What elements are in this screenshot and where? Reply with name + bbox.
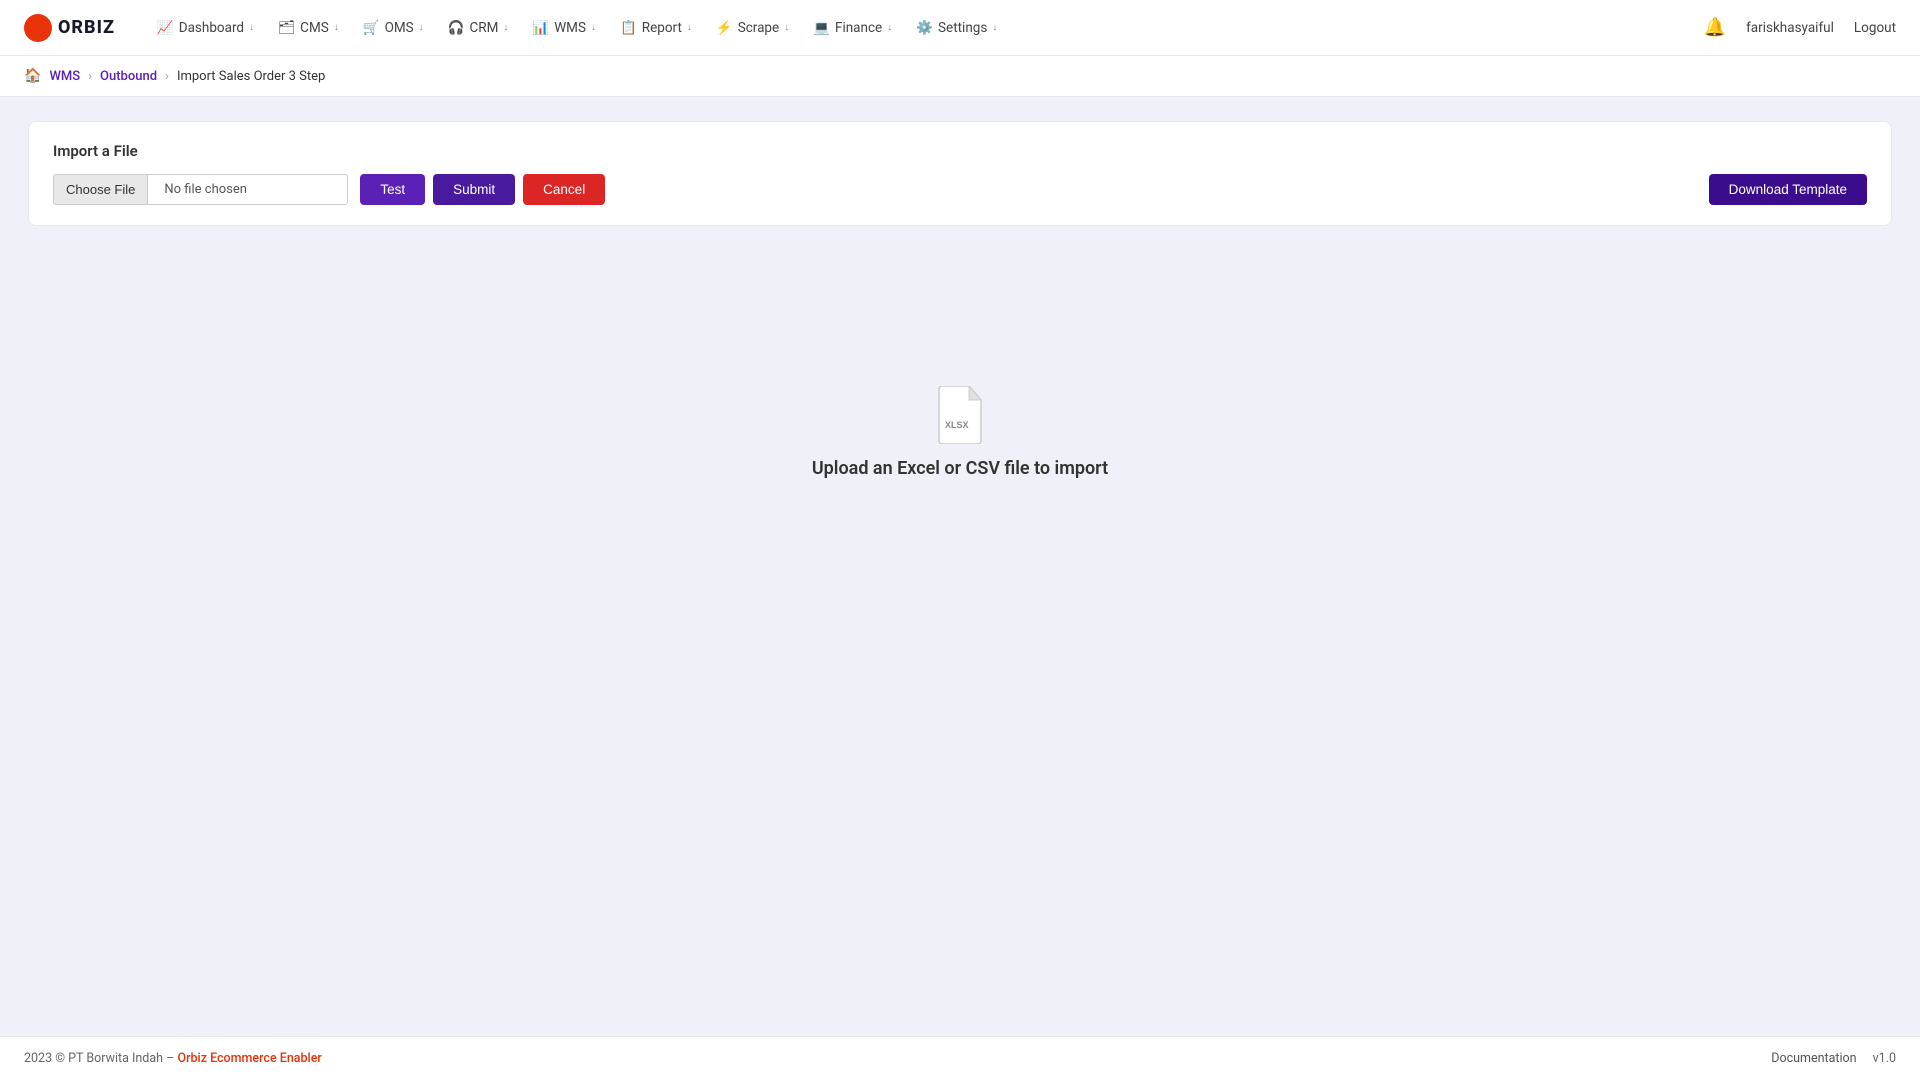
navbar: ORBIZ 📈 Dashboard ↓ 🗂 CMS ↓ 🛒 OMS ↓ 🎧 CR… xyxy=(0,0,1920,56)
footer-version: v1.0 xyxy=(1873,1051,1896,1066)
nav-right: 🔔 fariskhasyaiful Logout xyxy=(1704,17,1896,38)
breadcrumb-outbound: Outbound xyxy=(100,69,157,84)
nav-item-crm[interactable]: 🎧 CRM ↓ xyxy=(438,14,519,42)
action-buttons: Test Submit Cancel xyxy=(360,174,605,205)
nav-label-scrape: Scrape xyxy=(738,20,779,36)
breadcrumb: 🏠 WMS › Outbound › Import Sales Order 3 … xyxy=(0,56,1920,97)
settings-arrow: ↓ xyxy=(992,22,997,33)
logout-button[interactable]: Logout xyxy=(1854,20,1896,36)
oms-arrow: ↓ xyxy=(419,22,424,33)
settings-icon: ⚙️ xyxy=(916,20,933,36)
crm-icon: 🎧 xyxy=(448,20,465,36)
dashboard-arrow: ↓ xyxy=(249,22,254,33)
footer-right: Documentation v1.0 xyxy=(1771,1051,1896,1066)
main-content: Import a File Choose File No file chosen… xyxy=(0,97,1920,1036)
nav-label-report: Report xyxy=(642,20,682,36)
crm-arrow: ↓ xyxy=(503,22,508,33)
report-arrow: ↓ xyxy=(687,22,692,33)
username-label: fariskhasyaiful xyxy=(1746,20,1834,36)
upload-label: Upload an Excel or CSV file to import xyxy=(812,458,1108,479)
breadcrumb-sep-2: › xyxy=(165,69,169,84)
import-title: Import a File xyxy=(53,142,1867,160)
nav-item-finance[interactable]: 💻 Finance ↓ xyxy=(803,14,902,42)
choose-file-button[interactable]: Choose File xyxy=(53,174,148,205)
nav-item-dashboard[interactable]: 📈 Dashboard ↓ xyxy=(147,14,264,42)
import-controls: Choose File No file chosen Test Submit C… xyxy=(53,174,1867,205)
file-name-display: No file chosen xyxy=(148,174,348,205)
wms-breadcrumb-icon: 🏠 xyxy=(24,68,41,84)
nav-item-cms[interactable]: 🗂 CMS ↓ xyxy=(268,14,349,42)
scrape-arrow: ↓ xyxy=(784,22,789,33)
wms-icon: 📊 xyxy=(532,20,549,36)
cms-arrow: ↓ xyxy=(334,22,339,33)
finance-icon: 💻 xyxy=(813,20,830,36)
breadcrumb-sep-1: › xyxy=(88,69,92,84)
scrape-icon: ⚡ xyxy=(716,20,733,36)
svg-text:XLSX: XLSX xyxy=(945,420,969,430)
footer-copyright: 2023 © PT Borwita Indah – Orbiz Ecommerc… xyxy=(24,1051,322,1066)
footer-brand: Orbiz Ecommerce Enabler xyxy=(177,1051,321,1066)
test-button[interactable]: Test xyxy=(360,174,425,205)
breadcrumb-wms-link[interactable]: WMS xyxy=(49,69,80,84)
nav-item-oms[interactable]: 🛒 OMS ↓ xyxy=(353,14,434,42)
logo-icon xyxy=(24,14,52,42)
oms-icon: 🛒 xyxy=(363,20,380,36)
nav-item-report[interactable]: 📋 Report ↓ xyxy=(610,14,702,42)
cancel-button[interactable]: Cancel xyxy=(523,174,605,205)
report-icon: 📋 xyxy=(620,20,637,36)
nav-label-wms: WMS xyxy=(554,20,586,36)
breadcrumb-page-title: Import Sales Order 3 Step xyxy=(177,69,325,84)
upload-area: XLSX Upload an Excel or CSV file to impo… xyxy=(28,386,1892,479)
nav-label-settings: Settings xyxy=(938,20,987,36)
nav-label-finance: Finance xyxy=(835,20,882,36)
nav-item-wms[interactable]: 📊 WMS ↓ xyxy=(522,14,606,42)
finance-arrow: ↓ xyxy=(887,22,892,33)
breadcrumb-wms: 🏠 WMS xyxy=(24,68,80,84)
import-section: Import a File Choose File No file chosen… xyxy=(28,121,1892,226)
nav-label-crm: CRM xyxy=(469,20,498,36)
footer-copyright-text: 2023 © PT Borwita Indah – xyxy=(24,1051,174,1066)
file-input-group: Choose File No file chosen xyxy=(53,174,348,205)
nav-item-settings[interactable]: ⚙️ Settings ↓ xyxy=(906,14,1007,42)
notification-bell-icon[interactable]: 🔔 xyxy=(1704,17,1726,38)
breadcrumb-outbound-link[interactable]: Outbound xyxy=(100,69,157,84)
documentation-link[interactable]: Documentation xyxy=(1771,1051,1856,1066)
nav-items: 📈 Dashboard ↓ 🗂 CMS ↓ 🛒 OMS ↓ 🎧 CRM ↓ 📊 … xyxy=(147,14,1672,42)
submit-button[interactable]: Submit xyxy=(433,174,515,205)
wms-arrow: ↓ xyxy=(591,22,596,33)
nav-label-dashboard: Dashboard xyxy=(179,20,244,36)
download-template-button[interactable]: Download Template xyxy=(1709,174,1867,205)
dashboard-icon: 📈 xyxy=(157,20,174,36)
footer: 2023 © PT Borwita Indah – Orbiz Ecommerc… xyxy=(0,1036,1920,1080)
nav-item-scrape[interactable]: ⚡ Scrape ↓ xyxy=(706,14,799,42)
nav-label-cms: CMS xyxy=(300,20,329,36)
nav-label-oms: OMS xyxy=(385,20,414,36)
breadcrumb-current: Import Sales Order 3 Step xyxy=(177,69,325,84)
cms-icon: 🗂 xyxy=(278,20,295,36)
logo: ORBIZ xyxy=(24,14,115,42)
xlsx-file-icon: XLSX xyxy=(936,386,984,444)
logo-text: ORBIZ xyxy=(58,17,115,38)
